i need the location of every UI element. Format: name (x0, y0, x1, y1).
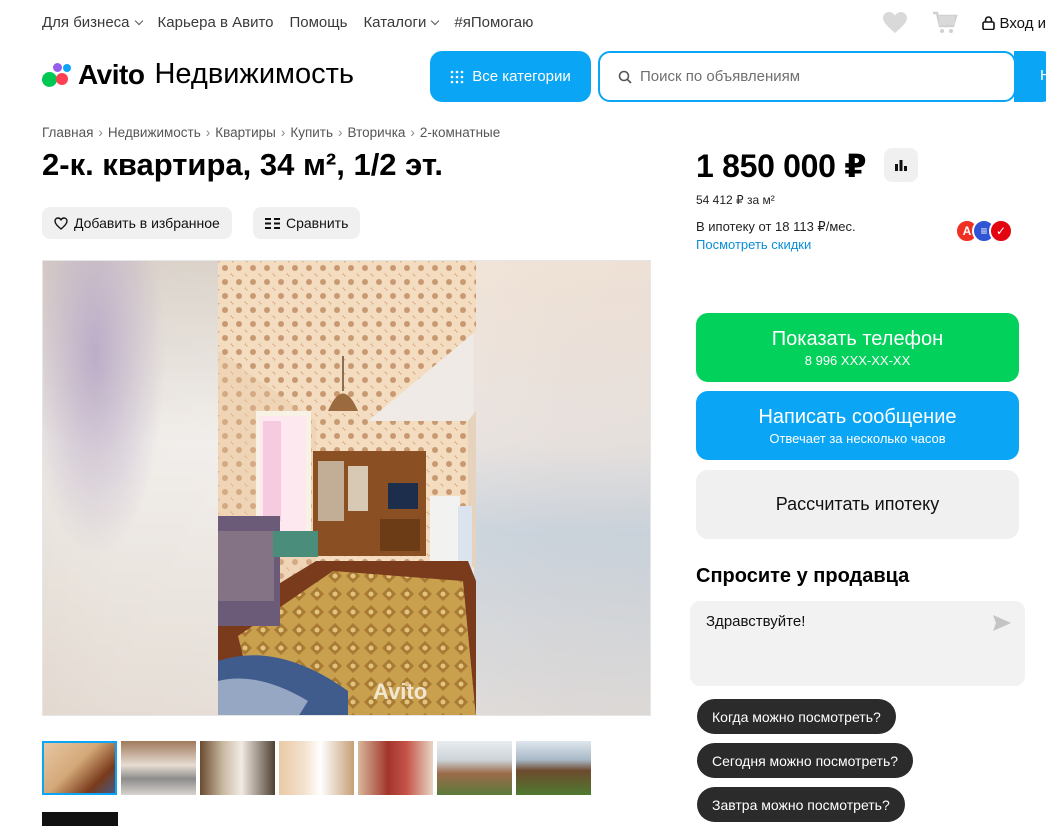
top-nav: Для бизнеса Карьера в Авито Помощь Катал… (0, 0, 1046, 46)
thumbnail-4[interactable] (279, 741, 354, 795)
message-input[interactable]: Здравствуйте! (706, 613, 976, 673)
price-per-meter: 54 412 ₽ за м² (696, 193, 775, 207)
breadcrumb-item[interactable]: Недвижимость (108, 125, 201, 140)
thumbnail-2[interactable] (121, 741, 196, 795)
breadcrumb-item[interactable]: Квартиры (215, 125, 276, 140)
partner-banks: А ≡ ✓ (955, 219, 1013, 243)
response-time-text: Отвечает за несколько часов (769, 430, 946, 446)
thumbnail-7[interactable] (516, 741, 591, 795)
breadcrumb-item[interactable]: Главная (42, 125, 93, 140)
see-discounts-link[interactable]: Посмотреть скидки (696, 237, 811, 252)
price-history-button[interactable] (884, 148, 918, 182)
show-phone-label: Показать телефон (771, 327, 944, 350)
search-input[interactable] (640, 68, 980, 85)
favorites-heart-icon[interactable] (882, 10, 908, 36)
quick-question-chip[interactable]: Когда можно посмотреть? (697, 699, 896, 734)
breadcrumb-item[interactable]: Купить (290, 125, 333, 140)
login-label: Вход и (999, 14, 1046, 32)
top-nav-right: Вход и (882, 10, 1046, 36)
cart-icon[interactable] (932, 10, 958, 36)
top-link-catalogs-label: Каталоги (363, 14, 427, 31)
phone-number-masked: 8 996 XXX-XX-XX (804, 352, 911, 368)
breadcrumb-separator: › (410, 125, 415, 140)
chevron-down-icon (134, 16, 143, 26)
all-categories-label: Все категории (472, 68, 571, 85)
mortgage-text: В ипотеку от 18 113 ₽/мес. (696, 219, 856, 234)
write-message-button[interactable]: Написать сообщение Отвечает за несколько… (696, 391, 1019, 460)
top-link-career[interactable]: Карьера в Авито (158, 14, 274, 31)
send-icon[interactable] (991, 613, 1013, 633)
ask-seller-title: Спросите у продавца (696, 565, 910, 587)
show-phone-button[interactable]: Показать телефон 8 996 XXX-XX-XX (696, 313, 1019, 382)
breadcrumb-separator: › (205, 125, 211, 140)
all-categories-button[interactable]: Все категории (430, 51, 591, 102)
thumbnail-1[interactable] (42, 741, 117, 795)
search-box (598, 51, 1016, 102)
main-photo[interactable] (218, 261, 476, 715)
mts-bank-icon: ✓ (989, 219, 1013, 243)
write-message-label: Написать сообщение (758, 405, 957, 428)
login-link[interactable]: Вход и (981, 14, 1046, 32)
logo-dots-icon (42, 62, 72, 88)
thumbnail-3[interactable] (200, 741, 275, 795)
thumbnail-5[interactable] (358, 741, 433, 795)
calculate-mortgage-label: Рассчитать ипотеку (775, 494, 940, 514)
photo-gallery[interactable]: Avito (42, 260, 651, 716)
listing-title: 2-к. квартира, 34 м², 1/2 эт. (42, 147, 443, 182)
quick-question-chip[interactable]: Завтра можно посмотреть? (697, 787, 905, 822)
heart-outline-icon (54, 216, 68, 230)
price: 1 850 000 ₽ (696, 148, 867, 184)
avito-logo[interactable]: Avito Недвижимость (42, 58, 354, 91)
chevron-down-icon (431, 16, 440, 26)
dark-banner-fragment (42, 812, 118, 826)
lock-icon (981, 16, 995, 30)
thumbnail-6[interactable] (437, 741, 512, 795)
breadcrumb-separator: › (338, 125, 343, 140)
grid-dots-icon (450, 70, 464, 83)
breadcrumb-separator: › (98, 125, 103, 140)
top-nav-links: Для бизнеса Карьера в Авито Помощь Катал… (42, 14, 533, 31)
quick-question-chip[interactable]: Сегодня можно посмотреть? (697, 743, 914, 778)
compare-icon (265, 217, 280, 229)
add-to-favorites-label: Добавить в избранное (74, 215, 220, 231)
logo-brand: Avito (78, 58, 145, 90)
top-link-business[interactable]: Для бизнеса (42, 14, 143, 31)
breadcrumb-item[interactable]: 2-комнатные (420, 125, 500, 140)
thumbnail-strip (42, 741, 591, 795)
bar-chart-icon (895, 160, 907, 171)
breadcrumb: Главная › Недвижимость › Квартиры › Купить ›… (42, 125, 500, 140)
logo-section: Недвижимость (154, 58, 354, 90)
search-icon (618, 70, 632, 84)
top-link-catalogs[interactable]: Каталоги (363, 14, 440, 31)
top-link-help[interactable]: Помощь (290, 14, 348, 31)
add-to-favorites-button[interactable]: Добавить в избранное (42, 207, 232, 239)
compare-label: Сравнить (286, 215, 349, 231)
breadcrumb-item[interactable]: Вторичка (348, 125, 406, 140)
avito-watermark: Avito (373, 679, 428, 704)
find-button[interactable]: Н (1014, 51, 1046, 102)
calculate-mortgage-button[interactable]: Рассчитать ипотеку (696, 470, 1019, 539)
top-link-help-hashtag[interactable]: #яПомогаю (454, 14, 533, 31)
compare-button[interactable]: Сравнить (253, 207, 361, 239)
breadcrumb-separator: › (280, 125, 286, 140)
message-box: Здравствуйте! (690, 601, 1025, 686)
top-link-business-label: Для бизнеса (42, 14, 130, 31)
